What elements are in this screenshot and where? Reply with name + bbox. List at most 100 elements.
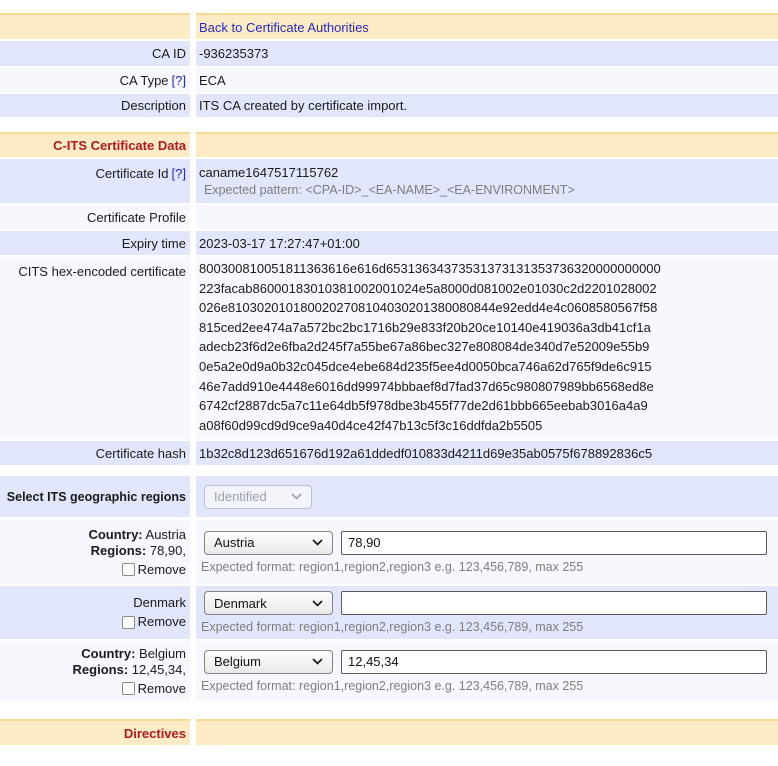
chevron-down-icon (312, 658, 323, 665)
geo-entry-row-denmark: Denmark Remove Denmark Expected format: … (0, 586, 778, 639)
ca-type-help-link[interactable]: [?] (172, 73, 186, 88)
geo-entry-austria-label: Country: Austria Regions: 78,90, Remove (88, 527, 186, 579)
certificate-hash-label: Certificate hash (0, 441, 190, 465)
remove-label: Remove (138, 614, 186, 631)
country-line: Country: Belgium (73, 646, 186, 663)
regions-line: Regions: 12,45,34, (73, 662, 186, 679)
certificate-id-label: Certificate Id[?] (0, 159, 190, 203)
expiry-time-value-text: 2023-03-17 17:27:47+01:00 (199, 236, 360, 251)
ca-id-row: CA ID -936235373 (0, 41, 778, 66)
ca-id-value-text: -936235373 (199, 46, 268, 61)
chevron-down-icon (312, 600, 323, 607)
back-to-certificate-authorities-link[interactable]: Back to Certificate Authorities (199, 20, 369, 35)
geo-entry-belgium-label-cell: Country: Belgium Regions: 12,45,34, Remo… (0, 641, 190, 701)
geo-entry-belgium-controls: Belgium (199, 650, 778, 674)
regions-input[interactable] (341, 531, 767, 555)
section-gap (0, 467, 778, 476)
country-select-value: Belgium (214, 654, 261, 669)
certificate-hash-row: Certificate hash 1b32c8d123d651676d192a6… (0, 441, 778, 465)
remove-label: Remove (138, 681, 186, 698)
expiry-time-label-text: Expiry time (122, 236, 186, 251)
country-label: Country: (81, 646, 135, 661)
section-gap (0, 703, 778, 719)
certificate-profile-label: Certificate Profile (0, 205, 190, 229)
expiry-time-value: 2023-03-17 17:27:47+01:00 (196, 231, 778, 255)
country-select[interactable]: Austria (204, 531, 333, 555)
geo-entry-row-austria: Country: Austria Regions: 78,90, Remove … (0, 520, 778, 584)
certificate-id-help-link[interactable]: [?] (172, 166, 186, 181)
geo-entry-belgium-value-cell: Belgium Expected format: region1,region2… (196, 641, 778, 701)
directives-section-header-spacer (196, 719, 778, 745)
geo-entry-denmark-value-cell: Denmark Expected format: region1,region2… (196, 586, 778, 639)
cits-section-header-spacer (196, 132, 778, 157)
cits-section-title-cell: C-ITS Certificate Data (0, 132, 190, 157)
country-select-value: Denmark (214, 596, 267, 611)
regions-format-hint: Expected format: region1,region2,region3… (201, 679, 583, 693)
top-spacer (0, 0, 778, 13)
remove-line: Remove (122, 614, 186, 631)
directives-section-title: Directives (124, 726, 186, 741)
section-gap (0, 119, 778, 132)
description-value-text: ITS CA created by certificate import. (199, 98, 407, 113)
back-link-cell: Back to Certificate Authorities (196, 13, 778, 39)
geo-entry-austria-controls: Austria (199, 531, 778, 555)
geo-mode-select[interactable]: Identified (204, 485, 312, 509)
geo-entry-belgium-label: Country: Belgium Regions: 12,45,34, Remo… (73, 646, 186, 698)
ca-id-label: CA ID (0, 41, 190, 66)
directives-section-title-cell: Directives (0, 719, 190, 745)
regions-label: Regions: (73, 662, 129, 677)
back-link-row: Back to Certificate Authorities (0, 13, 778, 39)
ca-id-value: -936235373 (196, 41, 778, 66)
certificate-id-value-cell: caname1647517115762 Expected pattern: <C… (196, 159, 778, 203)
certificate-id-value: caname1647517115762 (199, 165, 338, 180)
ca-id-label-text: CA ID (152, 46, 186, 61)
geo-entry-row-belgium: Country: Belgium Regions: 12,45,34, Remo… (0, 641, 778, 701)
geo-entry-austria-label-cell: Country: Austria Regions: 78,90, Remove (0, 520, 190, 584)
geo-regions-mode-row: Select ITS geographic regions Identified (0, 476, 778, 517)
regions-label: Regions: (91, 543, 147, 558)
ca-type-row: CA Type[?] ECA (0, 68, 778, 92)
country-line: Denmark (122, 595, 186, 612)
certificate-id-label-text: Certificate Id (96, 166, 169, 181)
expiry-time-row: Expiry time 2023-03-17 17:27:47+01:00 (0, 231, 778, 255)
ca-type-label-text: CA Type (120, 73, 169, 88)
certificate-id-pattern-hint: Expected pattern: <CPA-ID>_<EA-NAME>_<EA… (204, 183, 575, 197)
remove-checkbox[interactable] (122, 682, 135, 695)
country-name: Denmark (133, 595, 186, 610)
remove-checkbox[interactable] (122, 616, 135, 629)
geo-entry-austria-value-cell: Austria Expected format: region1,region2… (196, 520, 778, 584)
ca-type-value: ECA (196, 68, 778, 92)
hex-certificate-label-text: CITS hex-encoded certificate (18, 264, 186, 279)
geo-regions-label-cell: Select ITS geographic regions (0, 476, 190, 517)
geo-regions-mode-cell: Identified (196, 476, 778, 517)
regions-value: 12,45,34, (128, 662, 186, 677)
chevron-down-icon (312, 539, 323, 546)
hex-certificate-text: 800300810051811363616e616d65313634373531… (199, 257, 661, 439)
hex-certificate-value-cell: 800300810051811363616e616d65313634373531… (196, 257, 778, 439)
country-select[interactable]: Denmark (204, 591, 333, 615)
country-select[interactable]: Belgium (204, 650, 333, 674)
country-line: Country: Austria (88, 527, 186, 544)
geo-mode-select-value: Identified (214, 489, 267, 504)
hex-certificate-row: CITS hex-encoded certificate 80030081005… (0, 257, 778, 439)
chevron-down-icon (291, 493, 302, 500)
country-label: Country: (88, 527, 142, 542)
regions-value: 78,90, (146, 543, 186, 558)
description-label-text: Description (121, 98, 186, 113)
geo-regions-label: Select ITS geographic regions (7, 490, 186, 504)
geo-entry-denmark-label: Denmark Remove (122, 595, 186, 631)
remove-checkbox[interactable] (122, 563, 135, 576)
country-select-value: Austria (214, 535, 254, 550)
back-link-label-cell (0, 13, 190, 39)
country-name: Austria (143, 527, 186, 542)
regions-input[interactable] (341, 591, 767, 615)
certificate-hash-value: 1b32c8d123d651676d192a61ddedf010833d4211… (196, 441, 778, 465)
remove-line: Remove (73, 681, 186, 698)
certificate-profile-row: Certificate Profile (0, 205, 778, 229)
regions-format-hint: Expected format: region1,region2,region3… (201, 560, 583, 574)
regions-input[interactable] (341, 650, 767, 674)
regions-line: Regions: 78,90, (88, 543, 186, 560)
hex-certificate-label: CITS hex-encoded certificate (0, 257, 190, 439)
certificate-hash-label-text: Certificate hash (96, 446, 186, 461)
ca-type-value-text: ECA (199, 73, 226, 88)
